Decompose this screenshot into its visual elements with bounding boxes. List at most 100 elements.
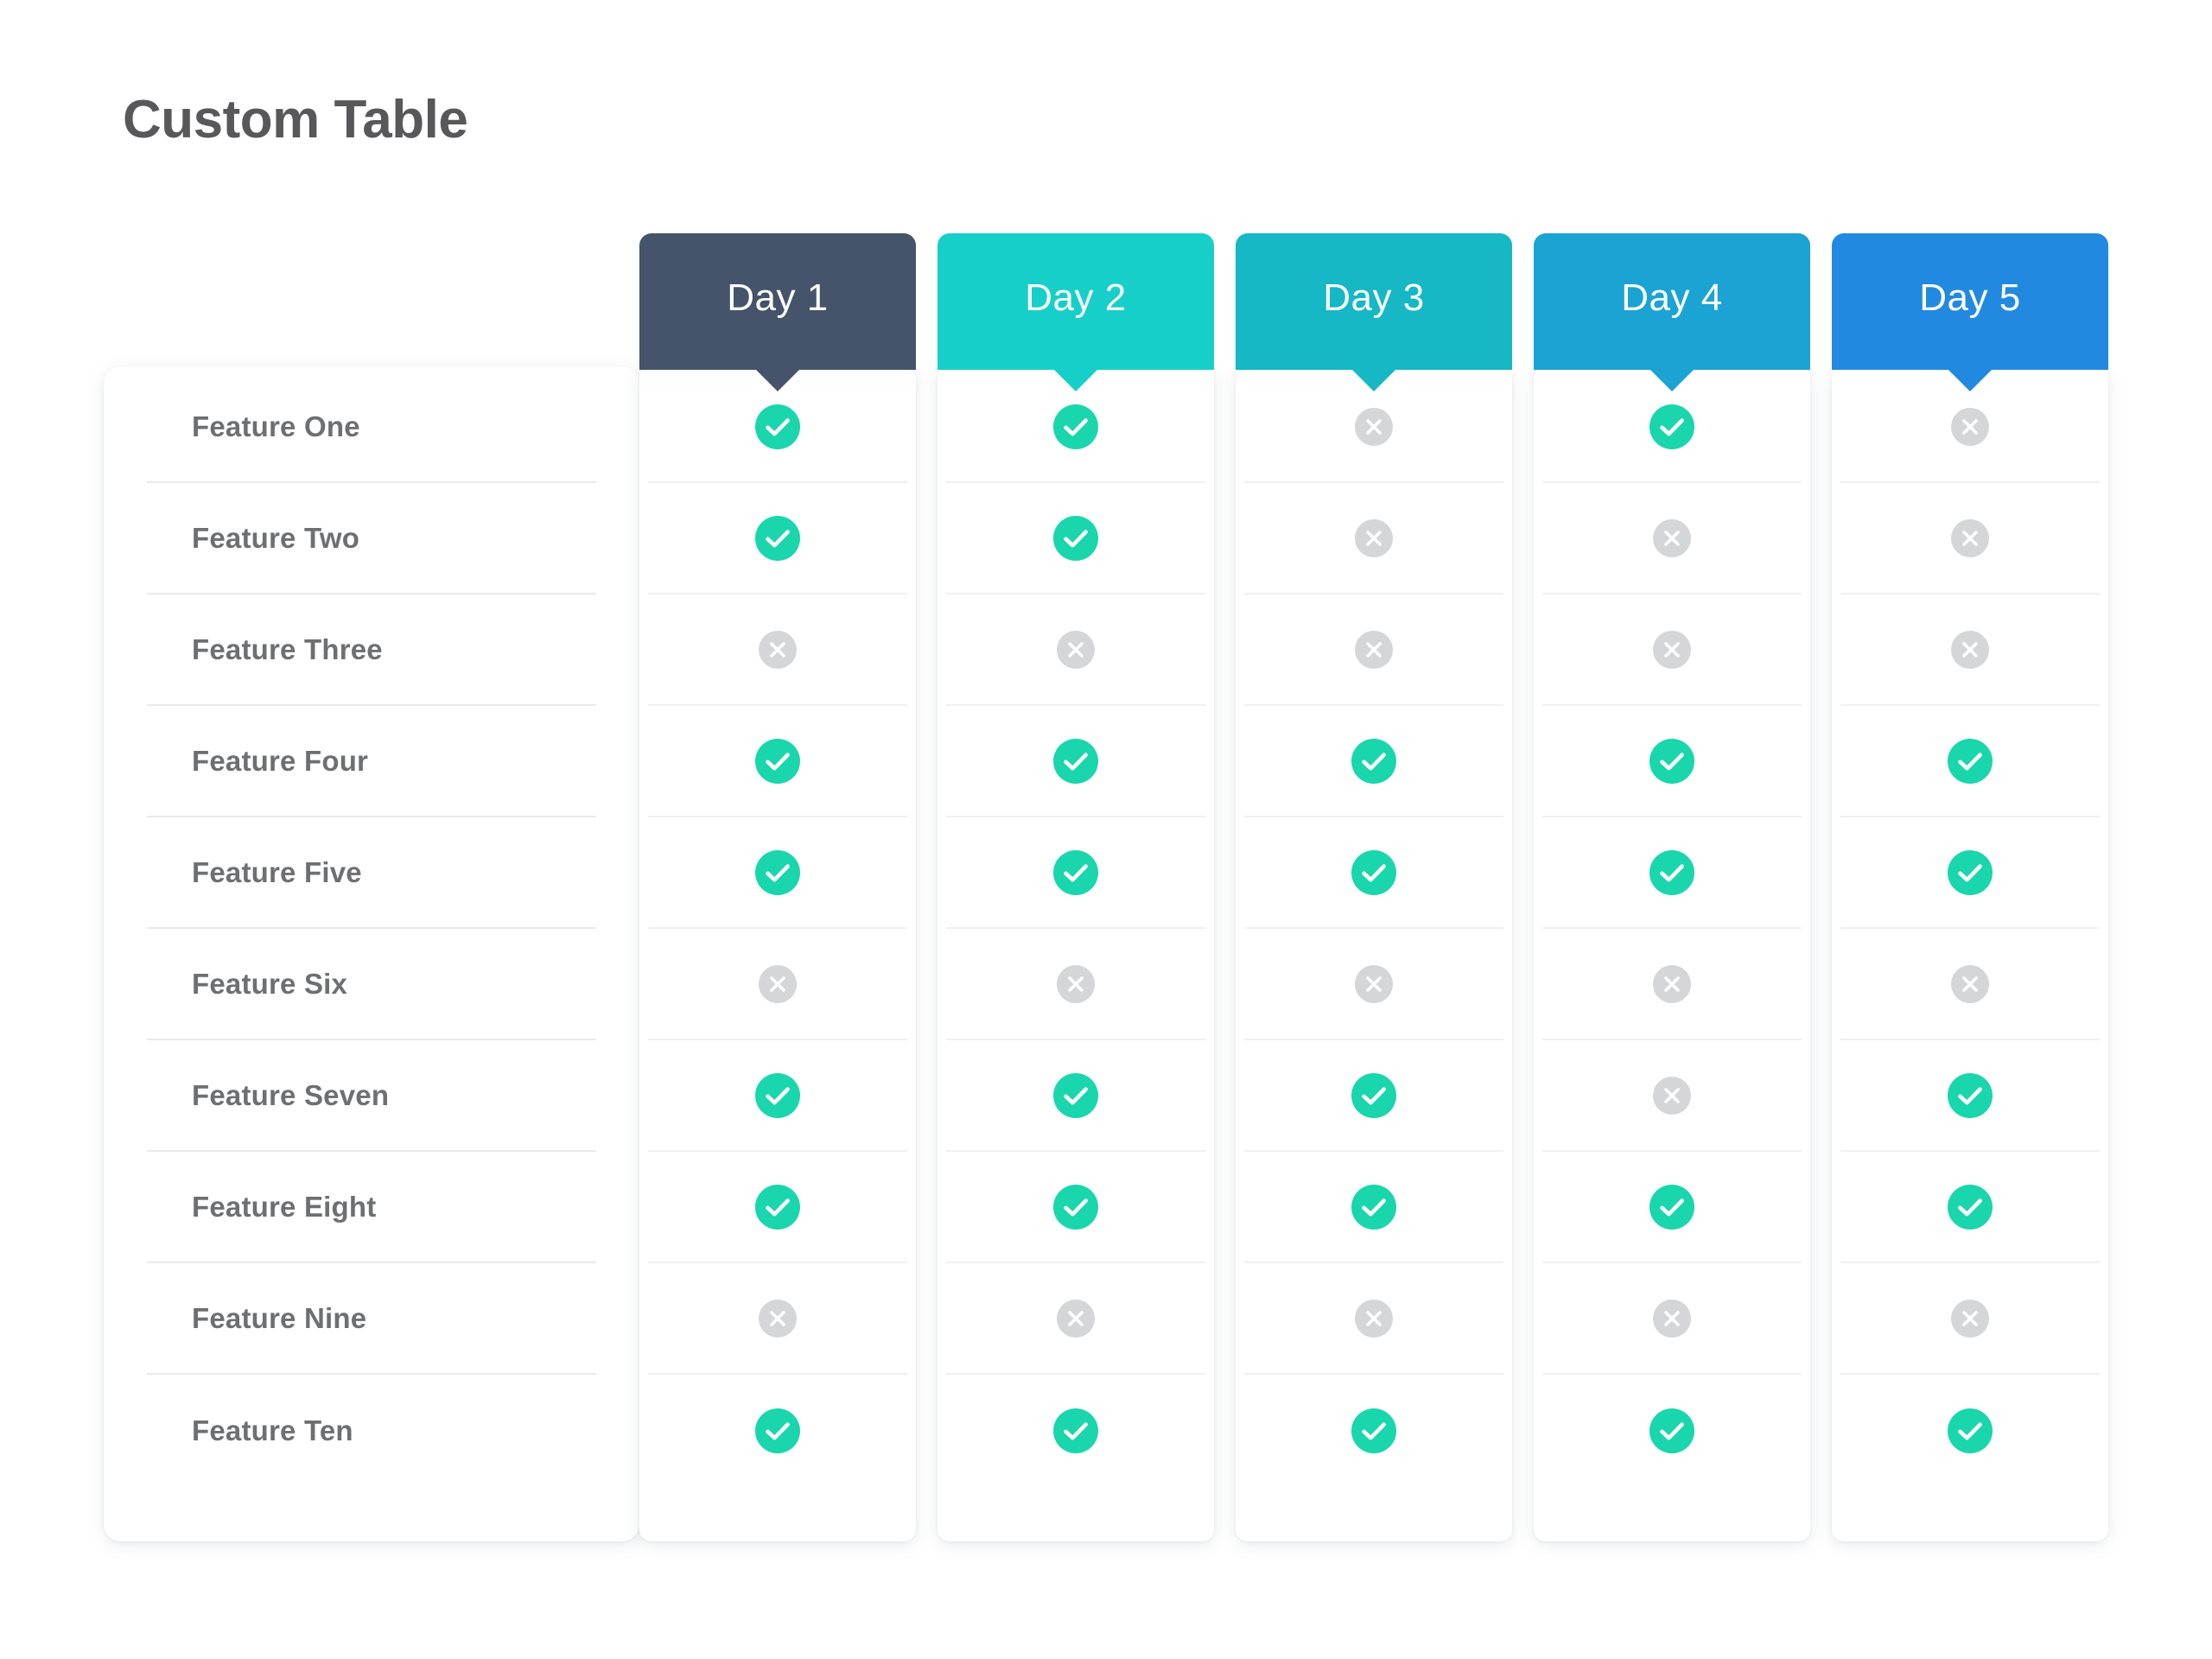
day-column: Day 5: [1832, 233, 2108, 1541]
status-cell[interactable]: [1840, 1375, 2100, 1486]
feature-label: Feature Six: [192, 967, 348, 1000]
feature-name-list: Feature One Feature Two Feature Three Featu…: [104, 366, 639, 1486]
status-cell[interactable]: [1840, 817, 2100, 929]
status-cell[interactable]: [648, 706, 907, 817]
status-cell[interactable]: [946, 817, 1205, 929]
status-cell[interactable]: [1840, 706, 2100, 817]
status-cell[interactable]: [1542, 929, 1802, 1040]
status-cell[interactable]: [648, 483, 907, 594]
status-cell[interactable]: [1244, 483, 1503, 594]
cross-circle-icon: [1951, 407, 1989, 446]
status-cell[interactable]: [1840, 483, 2100, 594]
check-circle-icon: [1649, 1408, 1694, 1453]
status-cell[interactable]: [1244, 929, 1503, 1040]
status-cell[interactable]: [648, 1040, 907, 1152]
status-cell[interactable]: [1840, 929, 2100, 1040]
status-cell[interactable]: [1244, 1375, 1503, 1486]
status-cell[interactable]: [946, 483, 1205, 594]
day-column-header[interactable]: Day 3: [1236, 233, 1512, 391]
status-cell[interactable]: [946, 1263, 1205, 1375]
check-circle-icon: [755, 1072, 800, 1118]
status-cell[interactable]: [648, 594, 907, 706]
status-cell[interactable]: [1542, 594, 1802, 706]
day-column-header-label: Day 4: [1621, 276, 1723, 319]
feature-label: Feature Three: [192, 632, 383, 665]
check-circle-icon: [1351, 1072, 1396, 1118]
cross-circle-icon: [1951, 630, 1989, 669]
status-cell[interactable]: [648, 929, 907, 1040]
feature-row: Feature Three: [147, 594, 596, 706]
cross-circle-icon: [1057, 964, 1095, 1003]
check-circle-icon: [1948, 1408, 1993, 1453]
feature-row: Feature Seven: [147, 1040, 596, 1152]
check-circle-icon: [1351, 849, 1396, 895]
check-circle-icon: [1053, 738, 1098, 784]
header-pointer-notch-icon: [1948, 369, 1993, 391]
status-cell[interactable]: [946, 1152, 1205, 1263]
check-circle-icon: [755, 738, 800, 784]
status-cell[interactable]: [1244, 817, 1503, 929]
status-cell[interactable]: [946, 1375, 1205, 1486]
day-column-header[interactable]: Day 2: [938, 233, 1214, 391]
cross-circle-icon: [1355, 630, 1393, 669]
feature-row: Feature Six: [147, 929, 596, 1040]
cross-circle-icon: [1653, 1076, 1691, 1115]
status-cell[interactable]: [946, 594, 1205, 706]
check-circle-icon: [1649, 849, 1694, 895]
day-column-body: [1534, 366, 1810, 1541]
header-pointer-notch-icon: [1351, 369, 1396, 391]
day-column-header-label: Day 3: [1323, 276, 1425, 319]
status-cell[interactable]: [1542, 1040, 1802, 1152]
check-circle-icon: [1053, 849, 1098, 895]
cross-circle-icon: [1057, 1299, 1095, 1338]
header-pointer-notch-icon: [1053, 369, 1098, 391]
status-cell[interactable]: [1840, 1152, 2100, 1263]
status-cell[interactable]: [1244, 1263, 1503, 1375]
status-cell[interactable]: [1244, 594, 1503, 706]
check-circle-icon: [1948, 738, 1993, 784]
status-cell[interactable]: [648, 1263, 907, 1375]
status-cell[interactable]: [648, 1152, 907, 1263]
cross-circle-icon: [1057, 630, 1095, 669]
feature-label: Feature Ten: [192, 1414, 353, 1446]
cross-circle-icon: [1653, 630, 1691, 669]
check-circle-icon: [755, 1408, 800, 1453]
feature-row: Feature Ten: [147, 1375, 596, 1486]
status-cell[interactable]: [1244, 706, 1503, 817]
day-column-header[interactable]: Day 4: [1534, 233, 1810, 391]
feature-row: Feature Nine: [147, 1263, 596, 1375]
cross-circle-icon: [1355, 407, 1393, 446]
cross-circle-icon: [1951, 518, 1989, 557]
cross-circle-icon: [1355, 1299, 1393, 1338]
status-cell[interactable]: [1542, 1263, 1802, 1375]
day-column-header-label: Day 2: [1025, 276, 1127, 319]
status-cell[interactable]: [946, 1040, 1205, 1152]
cross-circle-icon: [759, 964, 797, 1003]
day-column-body: [1236, 366, 1512, 1541]
status-cell[interactable]: [946, 929, 1205, 1040]
status-cell[interactable]: [1542, 483, 1802, 594]
cross-circle-icon: [1653, 964, 1691, 1003]
status-cell[interactable]: [1542, 1152, 1802, 1263]
status-cell[interactable]: [1542, 706, 1802, 817]
status-cell[interactable]: [1840, 1263, 2100, 1375]
status-cell[interactable]: [1840, 594, 2100, 706]
status-cell[interactable]: [1542, 1375, 1802, 1486]
status-cell[interactable]: [648, 817, 907, 929]
status-cell[interactable]: [946, 706, 1205, 817]
cross-circle-icon: [1951, 964, 1989, 1003]
status-cell[interactable]: [1542, 817, 1802, 929]
day-column-header[interactable]: Day 1: [639, 233, 916, 391]
status-cell[interactable]: [1840, 1040, 2100, 1152]
header-pointer-notch-icon: [1649, 369, 1694, 391]
status-cell[interactable]: [1244, 1040, 1503, 1152]
cross-circle-icon: [1355, 964, 1393, 1003]
feature-label: Feature Seven: [192, 1078, 390, 1111]
day-column-header-label: Day 5: [1919, 276, 2021, 319]
cross-circle-icon: [1653, 518, 1691, 557]
status-cell[interactable]: [648, 1375, 907, 1486]
cross-circle-icon: [1951, 1299, 1989, 1338]
check-circle-icon: [755, 515, 800, 561]
day-column-header[interactable]: Day 5: [1832, 233, 2108, 391]
status-cell[interactable]: [1244, 1152, 1503, 1263]
